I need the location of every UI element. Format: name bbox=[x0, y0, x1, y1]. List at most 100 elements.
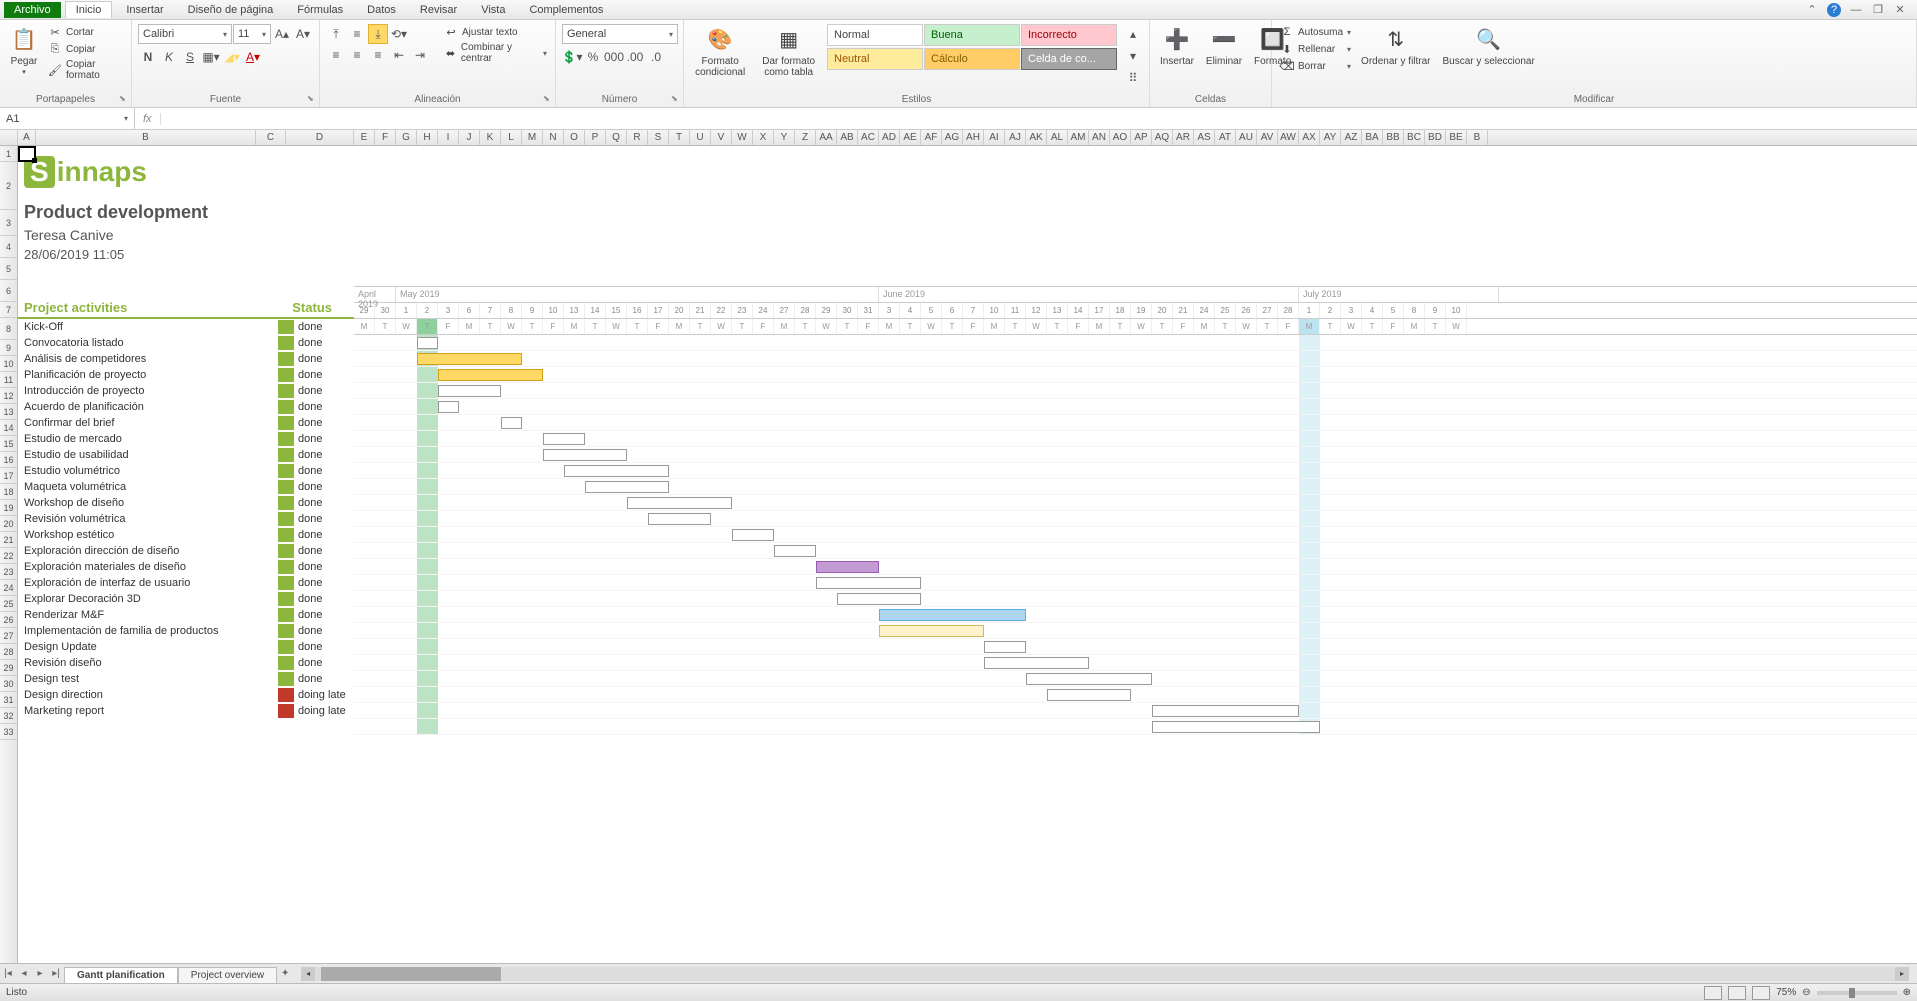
style-normal[interactable]: Normal bbox=[827, 24, 923, 46]
tab-file[interactable]: Archivo bbox=[4, 2, 61, 18]
format-table-button[interactable]: ▦Dar formato como tabla bbox=[754, 24, 823, 80]
activity-row[interactable]: Workshop estéticodone bbox=[18, 527, 354, 543]
col-header[interactable]: B bbox=[1467, 130, 1488, 145]
activity-row[interactable]: Kick-Offdone bbox=[18, 319, 354, 335]
gantt-bar[interactable] bbox=[417, 353, 522, 365]
row-header[interactable]: 4 bbox=[0, 236, 17, 258]
col-header[interactable]: K bbox=[480, 130, 501, 145]
sheet-nav-next-icon[interactable]: ▸ bbox=[32, 966, 48, 982]
activity-row[interactable]: Exploración dirección de diseñodone bbox=[18, 543, 354, 559]
view-layout-icon[interactable] bbox=[1728, 986, 1746, 1000]
col-header[interactable]: AY bbox=[1320, 130, 1341, 145]
gantt-bar[interactable] bbox=[543, 449, 627, 461]
wrap-text-button[interactable]: ↩Ajustar texto bbox=[442, 24, 549, 40]
col-header[interactable]: AF bbox=[921, 130, 942, 145]
col-header[interactable]: Q bbox=[606, 130, 627, 145]
gantt-bar[interactable] bbox=[501, 417, 522, 429]
gantt-bar[interactable] bbox=[543, 433, 585, 445]
delete-cells-button[interactable]: ➖Eliminar bbox=[1202, 24, 1246, 69]
row-header[interactable]: 26 bbox=[0, 612, 17, 628]
col-header[interactable]: AN bbox=[1089, 130, 1110, 145]
activity-row[interactable]: Estudio de usabilidaddone bbox=[18, 447, 354, 463]
activity-row[interactable]: Design Updatedone bbox=[18, 639, 354, 655]
col-header[interactable]: AD bbox=[879, 130, 900, 145]
activity-row[interactable]: Revisión volumétricadone bbox=[18, 511, 354, 527]
col-header[interactable]: AX bbox=[1299, 130, 1320, 145]
row-header[interactable]: 6 bbox=[0, 280, 17, 302]
insert-cells-button[interactable]: ➕Insertar bbox=[1156, 24, 1198, 69]
minimize-ribbon-icon[interactable]: ⌃ bbox=[1805, 3, 1819, 17]
gantt-bar[interactable] bbox=[648, 513, 711, 525]
col-header[interactable]: O bbox=[564, 130, 585, 145]
borders-icon[interactable]: ▦▾ bbox=[201, 47, 221, 67]
gantt-bar[interactable] bbox=[837, 593, 921, 605]
col-header[interactable]: H bbox=[417, 130, 438, 145]
col-header[interactable]: AQ bbox=[1152, 130, 1173, 145]
col-header[interactable]: AS bbox=[1194, 130, 1215, 145]
fill-color-icon[interactable]: ◢▾ bbox=[222, 47, 242, 67]
new-sheet-icon[interactable]: ✦ bbox=[277, 966, 293, 982]
row-header[interactable]: 27 bbox=[0, 628, 17, 644]
styles-up-icon[interactable]: ▴ bbox=[1123, 24, 1143, 44]
close-icon[interactable]: ✕ bbox=[1893, 3, 1907, 17]
gantt-bar[interactable] bbox=[984, 641, 1026, 653]
percent-icon[interactable]: % bbox=[583, 47, 603, 67]
cut-button[interactable]: ✂Cortar bbox=[46, 24, 125, 40]
row-header[interactable]: 13 bbox=[0, 404, 17, 420]
scroll-right-icon[interactable]: ▸ bbox=[1895, 967, 1909, 981]
row-header[interactable]: 9 bbox=[0, 340, 17, 356]
currency-icon[interactable]: 💲▾ bbox=[562, 47, 582, 67]
col-header[interactable]: AC bbox=[858, 130, 879, 145]
col-header[interactable]: T bbox=[669, 130, 690, 145]
col-header[interactable]: V bbox=[711, 130, 732, 145]
gantt-bar[interactable] bbox=[816, 561, 879, 573]
activity-row[interactable]: Revisión diseñodone bbox=[18, 655, 354, 671]
row-header[interactable]: 21 bbox=[0, 532, 17, 548]
formula-bar[interactable]: fx bbox=[135, 108, 1917, 129]
sort-filter-button[interactable]: ⇅Ordenar y filtrar bbox=[1357, 24, 1434, 69]
zoom-slider[interactable] bbox=[1817, 991, 1897, 995]
col-header[interactable]: J bbox=[459, 130, 480, 145]
col-header[interactable]: C bbox=[256, 130, 286, 145]
styles-down-icon[interactable]: ▾ bbox=[1123, 46, 1143, 66]
tab-formulas[interactable]: Fórmulas bbox=[287, 2, 353, 18]
gantt-bar[interactable] bbox=[438, 385, 501, 397]
row-header[interactable]: 33 bbox=[0, 724, 17, 740]
align-left-icon[interactable]: ≡ bbox=[326, 45, 346, 65]
activity-row[interactable]: Implementación de familia de productosdo… bbox=[18, 623, 354, 639]
row-header[interactable]: 17 bbox=[0, 468, 17, 484]
name-box[interactable]: A1▾ bbox=[0, 108, 135, 129]
col-header[interactable]: S bbox=[648, 130, 669, 145]
restore-icon[interactable]: ❐ bbox=[1871, 3, 1885, 17]
orientation-icon[interactable]: ⟲▾ bbox=[389, 24, 409, 44]
col-header[interactable]: AT bbox=[1215, 130, 1236, 145]
row-headers[interactable]: 1234567891011121314151617181920212223242… bbox=[0, 146, 18, 963]
styles-more-icon[interactable]: ⠿ bbox=[1123, 68, 1143, 88]
merge-center-button[interactable]: ⬌Combinar y centrar▾ bbox=[442, 41, 549, 65]
align-launcher-icon[interactable]: ⬊ bbox=[543, 94, 553, 104]
row-header[interactable]: 24 bbox=[0, 580, 17, 596]
row-header[interactable]: 3 bbox=[0, 210, 17, 236]
activity-row[interactable]: Explorar Decoración 3Ddone bbox=[18, 591, 354, 607]
zoom-out-icon[interactable]: ⊖ bbox=[1802, 987, 1810, 998]
tab-view[interactable]: Vista bbox=[471, 2, 515, 18]
col-header[interactable]: AU bbox=[1236, 130, 1257, 145]
style-incorrecto[interactable]: Incorrecto bbox=[1021, 24, 1117, 46]
row-header[interactable]: 5 bbox=[0, 258, 17, 280]
col-header[interactable]: F bbox=[375, 130, 396, 145]
gantt-bar[interactable] bbox=[1152, 721, 1320, 733]
row-header[interactable]: 1 bbox=[0, 146, 17, 162]
gantt-bar[interactable] bbox=[879, 609, 1026, 621]
gantt-bar[interactable] bbox=[879, 625, 984, 637]
gantt-bar[interactable] bbox=[417, 337, 438, 349]
inc-decimal-icon[interactable]: .00 bbox=[625, 47, 645, 67]
col-header[interactable]: AI bbox=[984, 130, 1005, 145]
col-header[interactable]: AE bbox=[900, 130, 921, 145]
minimize-icon[interactable]: — bbox=[1849, 3, 1863, 17]
activity-row[interactable]: Maqueta volumétricadone bbox=[18, 479, 354, 495]
row-header[interactable]: 14 bbox=[0, 420, 17, 436]
shrink-font-icon[interactable]: A▾ bbox=[293, 24, 313, 44]
tab-insert[interactable]: Insertar bbox=[116, 2, 173, 18]
activity-row[interactable]: Exploración de interfaz de usuariodone bbox=[18, 575, 354, 591]
row-header[interactable]: 32 bbox=[0, 708, 17, 724]
